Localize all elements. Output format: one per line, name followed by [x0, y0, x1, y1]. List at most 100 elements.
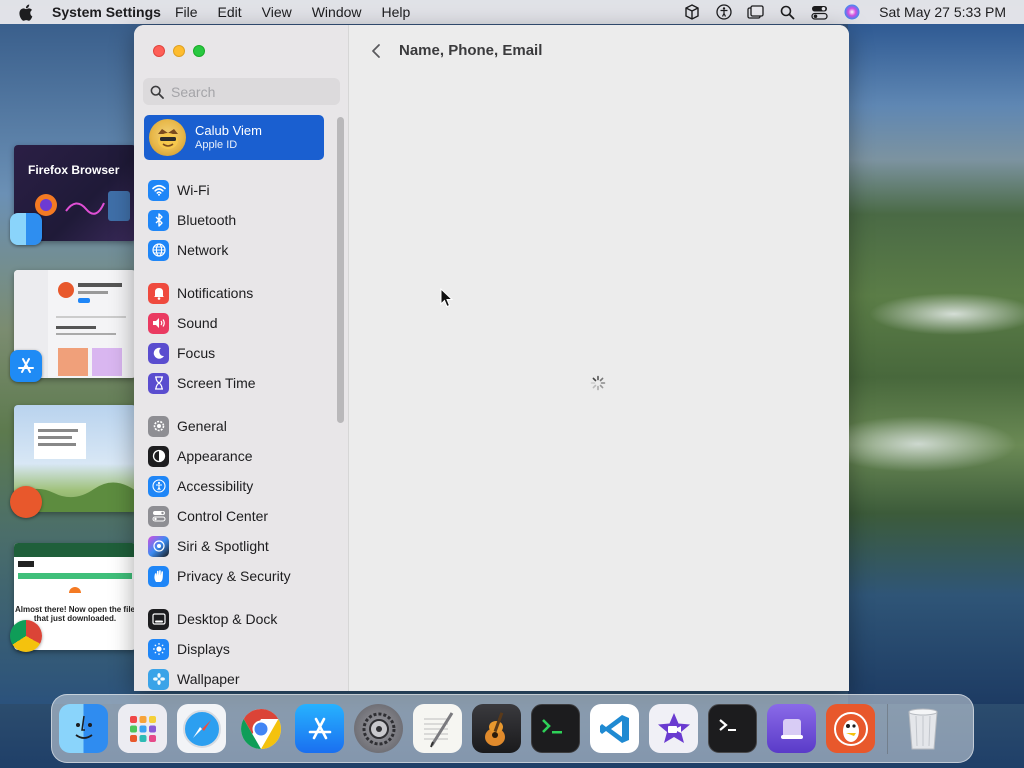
terminal-green-icon[interactable]: [531, 704, 580, 753]
launchpad-icon[interactable]: [118, 704, 167, 753]
globe-icon: [148, 239, 169, 261]
sidebar-item-label: Displays: [177, 641, 230, 657]
sidebar-item-label: Control Center: [177, 508, 269, 524]
terminal-icon[interactable]: [708, 704, 757, 753]
sun-icon: [148, 638, 169, 660]
hourglass-icon: [148, 372, 169, 394]
sidebar-item-sound[interactable]: Sound: [148, 308, 328, 338]
duckduckgo-badge-icon: [10, 486, 42, 518]
close-button[interactable]: [153, 45, 165, 57]
sidebar-item-notifications[interactable]: Notifications: [148, 278, 328, 308]
search-icon: [150, 85, 164, 99]
search-field[interactable]: [143, 78, 340, 105]
avatar-emoji-icon: [157, 128, 178, 149]
sidebar-item-screen-time[interactable]: Screen Time: [148, 368, 328, 398]
zoom-button[interactable]: [193, 45, 205, 57]
search-input[interactable]: [171, 83, 331, 100]
sidebar-item-label: Accessibility: [177, 478, 254, 494]
sidebar-item-label: Focus: [177, 345, 216, 361]
sidebar-item-general[interactable]: General: [148, 411, 328, 441]
siri-sidebar-icon: [148, 535, 169, 557]
system-settings-window: Calub Viem Apple ID Wi-Fi Bluetooth: [134, 25, 849, 691]
hand-icon: [148, 565, 169, 587]
minimize-button[interactable]: [173, 45, 185, 57]
chrome-icon[interactable]: [236, 704, 285, 753]
garageband-icon[interactable]: [472, 704, 521, 753]
sidebar-item-label: Notifications: [177, 285, 254, 301]
apple-id-account-row[interactable]: Calub Viem Apple ID: [144, 115, 324, 160]
toggles-icon: [148, 505, 169, 527]
sidebar-item-focus[interactable]: Focus: [148, 338, 328, 368]
accessibility-icon: [148, 475, 169, 497]
chrome-badge-icon: [10, 620, 42, 652]
app-store-badge-icon: [10, 350, 42, 382]
sidebar-item-bluetooth[interactable]: Bluetooth: [148, 205, 328, 235]
sidebar-item-label: General: [177, 418, 227, 434]
finder-icon[interactable]: [59, 704, 108, 753]
menu-app-name[interactable]: System Settings: [52, 4, 161, 20]
finder-app-badge-icon: [10, 213, 42, 245]
sidebar-item-label: Appearance: [177, 448, 253, 464]
menu-clock[interactable]: Sat May 27 5:33 PM: [879, 4, 1006, 20]
account-name: Calub Viem: [195, 123, 262, 138]
spotlight-search-icon[interactable]: [779, 4, 796, 21]
avatar: [149, 119, 186, 156]
sidebar-item-privacy-security[interactable]: Privacy & Security: [148, 561, 328, 591]
menu-edit[interactable]: Edit: [218, 4, 242, 20]
desktop-wallpaper-right: [848, 24, 1024, 704]
sidebar-item-label: Bluetooth: [177, 212, 237, 228]
download-preview-graphic: [14, 543, 136, 599]
gear-icon: [148, 415, 169, 437]
sidebar-item-wallpaper[interactable]: Wallpaper: [148, 664, 328, 691]
sidebar-item-label: Privacy & Security: [177, 568, 291, 584]
sidebar-item-label: Siri & Spotlight: [177, 538, 269, 554]
apple-configurator-icon[interactable]: [767, 704, 816, 753]
package-icon[interactable]: [683, 4, 700, 21]
sidebar-item-desktop-dock[interactable]: Desktop & Dock: [148, 604, 328, 634]
sidebar-item-label: Desktop & Dock: [177, 611, 278, 627]
dock: [51, 694, 974, 763]
sidebar-item-label: Screen Time: [177, 375, 256, 391]
sidebar-item-appearance[interactable]: Appearance: [148, 441, 328, 471]
sidebar-item-network[interactable]: Network: [148, 235, 328, 265]
apple-menu-icon[interactable]: [18, 4, 36, 21]
sidebar-item-control-center[interactable]: Control Center: [148, 501, 328, 531]
sidebar-item-siri-spotlight[interactable]: Siri & Spotlight: [148, 531, 328, 561]
system-settings-icon[interactable]: [354, 704, 403, 753]
menu-view[interactable]: View: [262, 4, 292, 20]
sidebar: Calub Viem Apple ID Wi-Fi Bluetooth: [134, 25, 349, 691]
safari-icon[interactable]: [177, 704, 226, 753]
imovie-icon[interactable]: [649, 704, 698, 753]
textedit-icon[interactable]: [413, 704, 462, 753]
menu-help[interactable]: Help: [382, 4, 411, 20]
loading-spinner-icon: [590, 375, 606, 391]
window-controls: [153, 45, 205, 57]
accessibility-status-icon[interactable]: [715, 4, 732, 21]
moon-icon: [148, 342, 169, 364]
vscode-icon[interactable]: [590, 704, 639, 753]
siri-icon[interactable]: [843, 4, 860, 21]
sidebar-item-label: Sound: [177, 315, 218, 331]
sidebar-item-label: Wi-Fi: [177, 182, 210, 198]
sidebar-item-wifi[interactable]: Wi-Fi: [148, 175, 328, 205]
menu-window[interactable]: Window: [312, 4, 362, 20]
firefox-preview-graphic: [35, 191, 130, 221]
content-pane: Name, Phone, Email: [350, 25, 849, 691]
menu-file[interactable]: File: [175, 4, 198, 20]
speaker-icon: [148, 312, 169, 334]
sidebar-item-displays[interactable]: Displays: [148, 634, 328, 664]
trash-icon[interactable]: [898, 704, 947, 753]
sidebar-scrollbar[interactable]: [337, 117, 344, 423]
account-subtitle: Apple ID: [195, 139, 238, 151]
sidebar-item-label: Network: [177, 242, 229, 258]
control-center-icon[interactable]: [811, 4, 828, 21]
duckduckgo-icon[interactable]: [826, 704, 875, 753]
app-store-icon[interactable]: [295, 704, 344, 753]
bluetooth-icon: [148, 209, 169, 231]
back-chevron-icon[interactable]: [368, 41, 384, 61]
dock-icon: [148, 608, 169, 630]
mouse-cursor-icon: [440, 288, 454, 308]
screen-mirroring-icon[interactable]: [747, 4, 764, 21]
sidebar-item-label: Wallpaper: [177, 671, 240, 687]
sidebar-item-accessibility[interactable]: Accessibility: [148, 471, 328, 501]
